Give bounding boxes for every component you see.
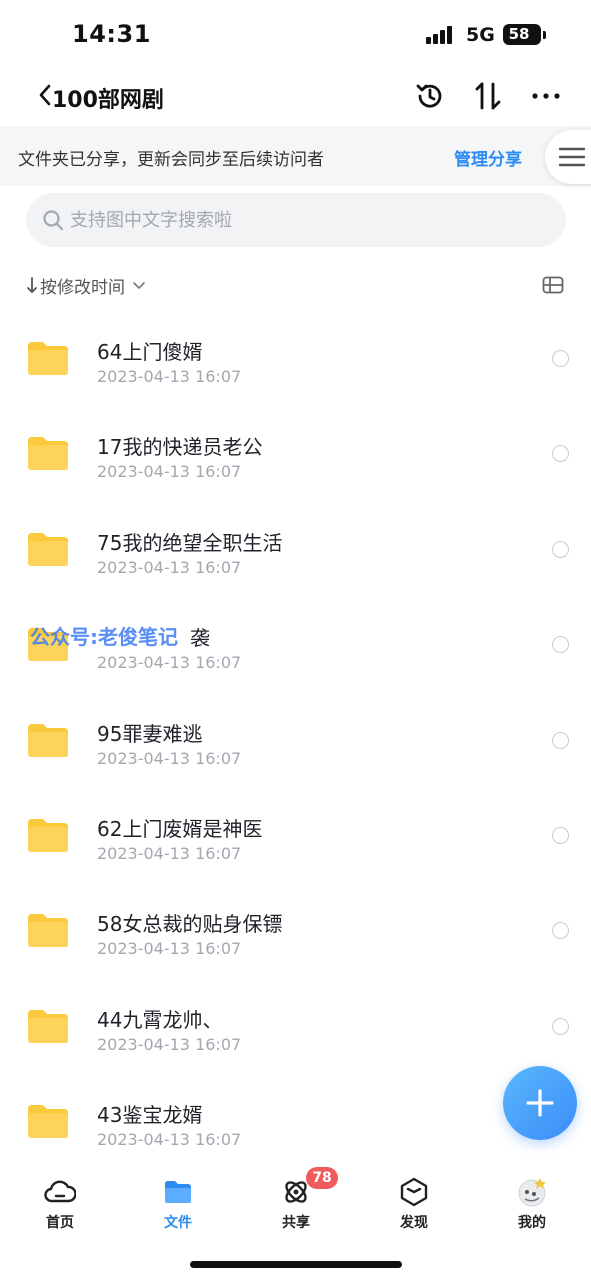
- history-icon: [416, 84, 442, 108]
- battery-level: 58: [508, 25, 530, 43]
- file-date: 2023-04-13 16:07: [97, 843, 242, 863]
- tab-home[interactable]: 首页: [20, 1172, 100, 1232]
- file-date: 2023-04-13 16:07: [97, 1130, 242, 1150]
- file-row[interactable]: 17我的快递员老公 2023-04-13 16:07: [0, 395, 591, 490]
- search-icon: [43, 210, 64, 231]
- folder-icon: [162, 1176, 194, 1208]
- folder-icon: [28, 437, 68, 471]
- sort-selector[interactable]: 按修改时间: [26, 270, 147, 300]
- file-row[interactable]: 62上门废婿是神医 2023-04-13 16:07: [0, 777, 591, 872]
- select-checkbox[interactable]: [552, 826, 569, 844]
- file-date: 2023-04-13 16:07: [97, 653, 242, 673]
- file-name: 44九霄龙帅、: [97, 1007, 223, 1032]
- folder-icon: [28, 723, 68, 757]
- file-list: 64上门傻婿 2023-04-13 16:07 17我的快递员老公 2023-0…: [0, 300, 591, 1159]
- nav-header: 100部网剧: [0, 70, 591, 126]
- folder-icon: [28, 914, 68, 948]
- plus-icon: [526, 1089, 554, 1117]
- select-checkbox[interactable]: [552, 731, 569, 749]
- sort-button[interactable]: [470, 78, 506, 114]
- select-checkbox[interactable]: [552, 1017, 569, 1035]
- file-row[interactable]: 95罪妻难逃 2023-04-13 16:07: [0, 682, 591, 777]
- view-mode-icon[interactable]: [542, 276, 564, 294]
- file-date: 2023-04-13 16:07: [97, 748, 242, 768]
- select-checkbox[interactable]: [552, 922, 569, 940]
- side-menu-button[interactable]: [545, 130, 591, 184]
- file-row[interactable]: 64上门傻婿 2023-04-13 16:07: [0, 300, 591, 395]
- select-checkbox[interactable]: [552, 445, 569, 463]
- page-title: 100部网剧: [52, 88, 164, 113]
- sort-label: 按修改时间: [40, 277, 125, 298]
- search-input[interactable]: [70, 193, 540, 247]
- file-row[interactable]: 43鉴宝龙婿 2023-04-13 16:07: [0, 1063, 591, 1158]
- file-name: 75我的绝望全职生活: [97, 530, 283, 555]
- folder-icon: [28, 532, 68, 566]
- folder-icon: [28, 1105, 68, 1139]
- file-date: 2023-04-13 16:07: [97, 462, 242, 482]
- share-badge: 78: [306, 1167, 338, 1189]
- folder-icon: [28, 818, 68, 852]
- file-name: 58女总裁的贴身保镖: [97, 912, 283, 937]
- cloud-icon: [44, 1176, 76, 1208]
- search-box[interactable]: [26, 193, 566, 247]
- file-row[interactable]: 58女总裁的贴身保镖 2023-04-13 16:07: [0, 872, 591, 967]
- cube-icon: [398, 1176, 430, 1208]
- share-banner: 文件夹已分享，更新会同步至后续访问者 管理分享: [0, 126, 591, 186]
- tab-label: 首页: [46, 1215, 74, 1231]
- status-bar: 14:31 5G 58: [0, 0, 591, 70]
- file-name: 62上门废婿是神医: [97, 816, 263, 841]
- status-time: 14:31: [72, 20, 151, 48]
- manage-share-link[interactable]: 管理分享: [454, 145, 522, 170]
- add-button[interactable]: [503, 1066, 577, 1140]
- more-icon: [532, 93, 560, 99]
- menu-icon: [559, 147, 585, 167]
- file-date: 2023-04-13 16:07: [97, 1034, 242, 1054]
- tab-label: 我的: [518, 1215, 546, 1231]
- history-button[interactable]: [412, 78, 448, 114]
- tab-me[interactable]: 我的: [492, 1172, 572, 1232]
- tab-files[interactable]: 文件: [138, 1172, 218, 1232]
- bottom-tab-bar: 首页 文件 共享 发现 我的: [0, 1160, 591, 1240]
- file-name: 95罪妻难逃: [97, 721, 203, 746]
- file-name: 袭: [190, 626, 210, 651]
- battery-tip: [543, 31, 546, 39]
- tab-label: 共享: [282, 1215, 310, 1231]
- network-label: 5G: [466, 24, 495, 46]
- select-checkbox[interactable]: [552, 636, 569, 654]
- file-date: 2023-04-13 16:07: [97, 939, 242, 959]
- arrow-down-icon: [27, 277, 37, 293]
- file-name: 64上门傻婿: [97, 340, 203, 364]
- file-name: 43鉴宝龙婿: [97, 1103, 203, 1128]
- tab-label: 文件: [164, 1215, 192, 1231]
- back-icon: [39, 84, 51, 106]
- avatar: [516, 1176, 548, 1208]
- tab-discover[interactable]: 发现: [374, 1172, 454, 1232]
- folder-icon: [28, 1009, 68, 1043]
- share-banner-text: 文件夹已分享，更新会同步至后续访问者: [18, 150, 324, 170]
- file-name: 17我的快递员老公: [97, 435, 263, 460]
- sort-icon: [475, 82, 501, 110]
- folder-icon: [28, 342, 68, 375]
- watermark: 公众号:老俊笔记: [30, 625, 178, 649]
- file-date: 2023-04-13 16:07: [97, 367, 242, 386]
- more-button[interactable]: [528, 78, 564, 114]
- select-checkbox[interactable]: [552, 350, 569, 367]
- chevron-down-icon: [133, 282, 145, 289]
- select-checkbox[interactable]: [552, 540, 569, 558]
- file-row[interactable]: 75我的绝望全职生活 2023-04-13 16:07: [0, 491, 591, 586]
- tab-label: 发现: [400, 1215, 428, 1231]
- file-row[interactable]: 44九霄龙帅、 2023-04-13 16:07: [0, 968, 591, 1063]
- signal-icon: [426, 26, 456, 44]
- home-indicator[interactable]: [190, 1261, 402, 1268]
- battery-icon: 58: [503, 24, 541, 45]
- file-date: 2023-04-13 16:07: [97, 557, 242, 577]
